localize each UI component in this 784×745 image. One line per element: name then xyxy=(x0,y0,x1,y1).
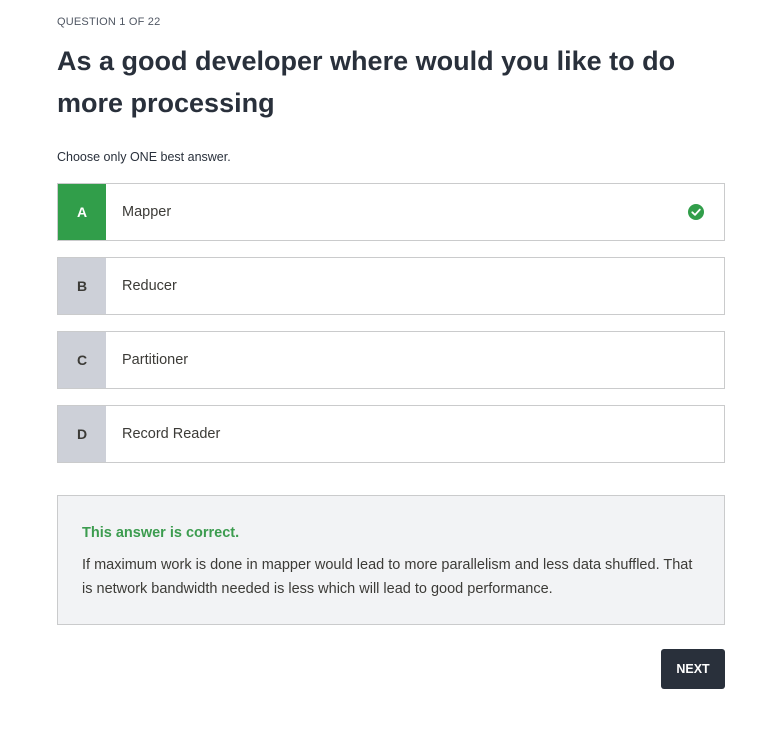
check-circle-icon xyxy=(688,204,704,220)
answer-option-c[interactable]: C Partitioner xyxy=(57,331,725,389)
option-letter: C xyxy=(58,332,106,388)
option-text: Mapper xyxy=(122,204,172,220)
answer-option-d[interactable]: D Record Reader xyxy=(57,405,725,463)
next-button[interactable]: NEXT xyxy=(661,649,725,689)
option-letter: D xyxy=(58,406,106,462)
feedback-panel: This answer is correct. If maximum work … xyxy=(57,495,725,625)
question-counter: QUESTION 1 OF 22 xyxy=(57,16,161,28)
answer-option-a[interactable]: A Mapper xyxy=(57,183,725,241)
option-text: Reducer xyxy=(122,278,177,294)
option-text: Partitioner xyxy=(122,352,189,368)
option-letter: A xyxy=(58,184,106,240)
answer-option-b[interactable]: B Reducer xyxy=(57,257,725,315)
option-letter: B xyxy=(58,258,106,314)
option-text: Record Reader xyxy=(122,426,221,442)
feedback-explanation: If maximum work is done in mapper would … xyxy=(82,557,693,597)
instruction-text: Choose only ONE best answer. xyxy=(57,150,231,164)
feedback-status: This answer is correct. xyxy=(82,525,240,541)
question-text: As a good developer where would you like… xyxy=(57,46,676,118)
